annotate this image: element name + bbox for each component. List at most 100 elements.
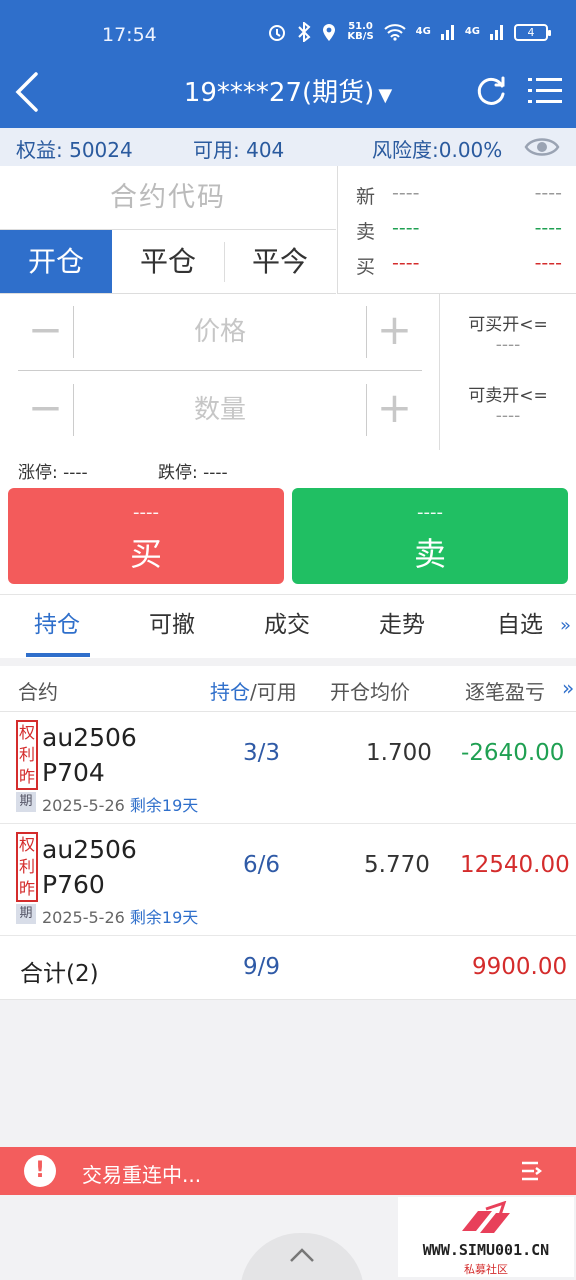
col-contract[interactable]: 合约 <box>18 676 58 705</box>
quote-value: ---- <box>534 217 562 239</box>
active-tab-underline <box>26 653 90 657</box>
qty-row: − 数量 + <box>18 372 422 448</box>
total-row: 合计(2) 9/9 9900.00 <box>0 936 576 1000</box>
quote-row-ask: 卖 ---- ---- <box>356 217 562 244</box>
buy-price: ---- <box>133 502 159 523</box>
bluetooth-icon <box>298 22 311 42</box>
signal-icon <box>440 25 454 40</box>
option-tag: 权利昨 <box>16 832 38 902</box>
position-available: 6/6 <box>243 852 281 878</box>
total-label: 合计(2) <box>20 961 99 987</box>
futures-badge: 期 <box>16 792 36 812</box>
quote-label: 卖 <box>356 221 376 243</box>
collapse-list-icon[interactable] <box>520 1159 544 1183</box>
limit-up: 涨停: ---- <box>18 463 88 483</box>
refresh-icon[interactable] <box>474 74 508 108</box>
contract-code-input[interactable]: 合约代码 <box>0 166 336 230</box>
eye-icon[interactable] <box>524 134 560 160</box>
col-position[interactable]: 持仓/可用 <box>210 676 297 705</box>
watermark-cn: 私募社区 <box>464 1263 508 1276</box>
open-close-tabs: 开仓 平仓 平今 <box>0 230 336 294</box>
qty-minus-button[interactable]: − <box>18 384 74 436</box>
qty-input[interactable]: 数量 <box>74 384 366 436</box>
table-row[interactable]: 权利昨 au2506 P760 期 2025-5-26 剩余19天 6/6 5.7… <box>0 824 576 936</box>
bottom-area: WWW.SIMU001.CN 私募社区 <box>0 1195 576 1280</box>
equity-text: 权益: 50024 <box>16 138 133 162</box>
can-buy-label: 可买开<= <box>468 315 548 335</box>
alarm-icon <box>269 25 286 41</box>
open-avg-price: 5.770 <box>364 852 430 878</box>
status-time: 17:54 <box>102 24 157 46</box>
qty-plus-button[interactable]: + <box>366 384 422 436</box>
tab-watchlist[interactable]: 自选 <box>497 605 543 639</box>
sell-label: 卖 <box>413 535 446 573</box>
contract-symbol: au2506 P704 <box>42 723 137 787</box>
tab-trend[interactable]: 走势 <box>379 605 425 639</box>
sell-price: ---- <box>417 502 443 523</box>
tab-positions[interactable]: 持仓 <box>34 605 80 639</box>
account-title: 19****27(期货) <box>183 78 375 108</box>
expiry-info: 2025-5-26 剩余19天 <box>42 796 199 815</box>
tab-close-today[interactable]: 平今 <box>224 230 336 293</box>
can-sell-value: ---- <box>495 406 521 426</box>
price-input[interactable]: 价格 <box>74 306 366 358</box>
quote-value: ---- <box>392 252 420 274</box>
top-bar: 17:54 51.0 KB/S 4G 4G 4 19****27(期货) ▼ <box>0 0 576 128</box>
col-pnl[interactable]: 逐笔盈亏 <box>465 676 545 705</box>
total-pnl: 9900.00 <box>472 954 568 980</box>
banner-text: 交易重连中... <box>82 1163 202 1187</box>
quote-value: ---- <box>534 252 562 274</box>
tab-trades[interactable]: 成交 <box>264 605 310 639</box>
chevron-up-icon <box>290 1248 314 1262</box>
col-avg-price[interactable]: 开仓均价 <box>330 676 410 705</box>
col-position-label: 持仓 <box>210 680 250 704</box>
pnl-value: 12540.00 <box>460 852 570 878</box>
expiry-info: 2025-5-26 剩余19天 <box>42 908 199 927</box>
quote-row-bid: 买 ---- ---- <box>356 252 562 279</box>
buy-label: 买 <box>129 535 162 573</box>
buy-button[interactable]: ---- 买 <box>8 488 284 584</box>
risk-text: 风险度:0.00% <box>372 138 503 162</box>
quote-label: 买 <box>356 256 376 278</box>
signal-icon-2 <box>490 25 503 40</box>
price-row: − 价格 + <box>18 294 422 370</box>
sell-button[interactable]: ---- 卖 <box>292 488 568 584</box>
watermark-site: WWW.SIMU001.CN <box>422 1241 550 1259</box>
expand-handle[interactable] <box>240 1233 364 1280</box>
signal-4g-2: 4G <box>464 26 480 37</box>
price-qty-inputs: − 价格 + − 数量 + <box>18 294 422 450</box>
price-minus-button[interactable]: − <box>18 306 74 358</box>
total-position: 9/9 <box>243 954 281 980</box>
table-header: 合约 持仓/可用 开仓均价 逐笔盈亏 » <box>0 666 576 712</box>
tab-close[interactable]: 平仓 <box>112 230 224 293</box>
simu-logo-icon <box>462 1201 510 1233</box>
battery-icon: 4 <box>514 23 551 41</box>
quote-value: ---- <box>392 217 420 239</box>
table-row[interactable]: 权利昨 au2506 P704 期 2025-5-26 剩余19天 3/3 1.7… <box>0 712 576 824</box>
watermark-logo: WWW.SIMU001.CN 私募社区 <box>398 1197 574 1277</box>
reconnect-banner[interactable]: ! 交易重连中... <box>0 1147 576 1195</box>
quote-value: ---- <box>392 182 420 204</box>
quote-value: ---- <box>534 182 562 204</box>
tab-open[interactable]: 开仓 <box>0 230 112 293</box>
limit-down: 跌停: ---- <box>158 463 228 483</box>
price-plus-button[interactable]: + <box>366 306 422 358</box>
account-summary: 权益: 50024 可用: 404 风险度:0.00% <box>0 128 576 166</box>
futures-badge: 期 <box>16 904 36 924</box>
status-icons: 51.0 KB/S 4G 4G 4 <box>267 22 551 42</box>
col-more-icon[interactable]: » <box>562 676 574 700</box>
menu-list-icon[interactable] <box>528 74 562 108</box>
pnl-value: -2640.00 <box>461 740 565 766</box>
quote-row-last: 新 ---- ---- <box>356 182 562 209</box>
contract-symbol: au2506 P760 <box>42 835 137 899</box>
quote-panel: 新 ---- ---- 卖 ---- ---- 买 ---- ---- <box>337 166 576 294</box>
tab-cancelable[interactable]: 可撤 <box>149 605 195 639</box>
signal-4g-1: 4G <box>415 26 431 37</box>
tabs-more-icon[interactable]: » <box>560 615 571 636</box>
available-text: 可用: 404 <box>193 138 285 162</box>
can-sell-label: 可卖开<= <box>468 386 548 406</box>
warning-icon: ! <box>24 1155 56 1187</box>
order-panel: 合约代码 开仓 平仓 平今 新 ---- ---- 卖 ---- ---- 买 … <box>0 166 576 450</box>
col-available-label: /可用 <box>250 680 297 704</box>
dropdown-caret-icon: ▼ <box>378 85 393 106</box>
